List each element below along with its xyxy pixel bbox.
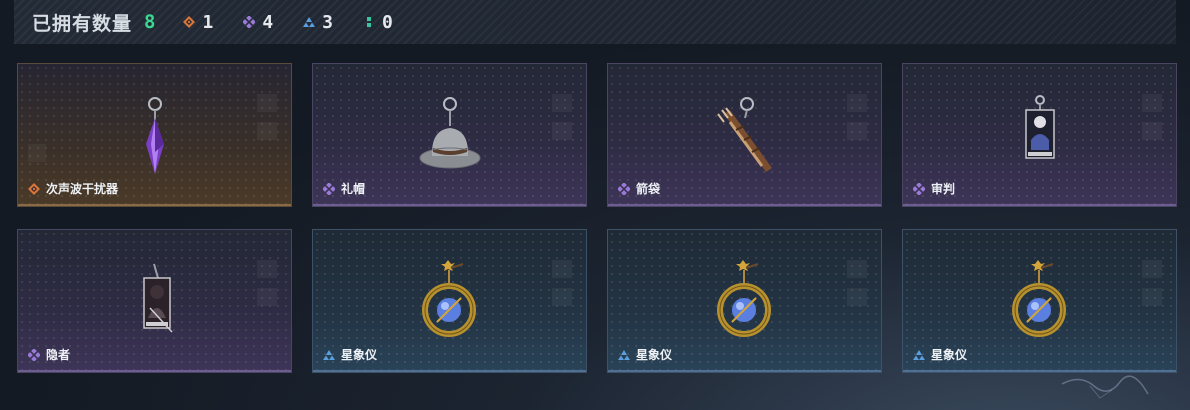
gray-top-hat-icon [419,97,480,169]
green-dots-icon [367,17,371,27]
blue-triangle-icon [323,349,335,360]
tier-line [313,370,586,372]
card-decoration [847,94,867,112]
tier-line [608,370,881,372]
item-card[interactable]: 星象仪 [312,229,587,373]
purple-diamond-icon [618,182,630,195]
tier-count-blue: 3 [303,12,333,33]
tier-line [18,204,291,206]
golden-astrolabe-icon [421,260,476,337]
item-label: 隐者 [28,346,70,363]
orange-diamond-icon [28,182,40,195]
card-decoration [257,260,277,278]
arrow-quiver-icon [716,97,772,172]
item-name: 审判 [931,182,956,196]
item-label: 星象仪 [618,346,672,363]
item-card[interactable]: 礼帽 [312,63,587,207]
card-decoration [552,122,572,140]
item-card[interactable]: 星象仪 [902,229,1177,373]
tier-count-value: 4 [262,11,274,33]
item-name: 箭袋 [636,182,661,196]
tier-line [903,204,1176,206]
card-decoration [847,122,867,140]
item-name: 隐者 [46,348,71,362]
inventory-header: 已拥有数量 8 1 4 3 0 [14,0,1176,44]
tier-line [313,204,586,206]
item-label: 礼帽 [323,180,365,197]
card-decoration [1142,122,1162,140]
item-name: 星象仪 [931,348,968,362]
orange-diamond-icon [183,16,196,28]
item-name: 星象仪 [636,348,673,362]
card-decoration [1142,94,1162,112]
item-card[interactable]: 次声波干扰器 [17,63,292,207]
card-decoration [847,260,867,278]
judgment-tarot-card-icon [1024,95,1055,159]
item-card[interactable]: 隐者 [17,229,292,373]
item-label: 箭袋 [618,180,660,197]
card-decoration [257,94,277,112]
tier-count-value: 0 [382,11,393,33]
card-decoration [257,122,277,140]
blue-triangle-icon [618,349,630,360]
owned-total-count: 8 [144,11,156,33]
tier-counts: 1 4 3 0 [183,12,422,33]
card-decoration [552,94,572,112]
tier-count-green: 0 [363,12,393,33]
item-name: 礼帽 [341,182,366,196]
card-decoration [1142,288,1162,306]
item-grid: 次声波干扰器 礼帽 箭袋 审判 隐者 星象仪 星象仪 星象仪 [17,63,1177,373]
blue-triangle-icon [913,349,925,360]
golden-astrolabe-icon [1011,260,1066,337]
tier-count-orange: 1 [183,12,213,33]
item-card[interactable]: 审判 [902,63,1177,207]
tier-line [18,370,291,372]
item-label: 次声波干扰器 [28,180,118,197]
item-name: 次声波干扰器 [46,182,119,196]
blue-triangle-icon [303,17,316,27]
card-decoration [257,288,277,306]
card-decoration [552,288,572,306]
card-decoration [28,144,46,162]
purple-diamond-icon [28,348,40,361]
card-decoration [1142,260,1162,278]
item-label: 审判 [913,180,955,197]
purple-crystal-pendant-icon [145,97,164,174]
tier-count-value: 1 [202,11,214,33]
purple-diamond-icon [323,182,335,195]
tier-count-purple: 4 [243,12,273,33]
item-label: 星象仪 [913,346,967,363]
hermit-tarot-card-icon [142,263,173,333]
item-name: 星象仪 [341,348,378,362]
golden-astrolabe-icon [716,260,771,337]
lightning-decoration [1061,375,1149,399]
card-decoration [552,260,572,278]
item-card[interactable]: 星象仪 [607,229,882,373]
purple-diamond-icon [913,182,925,195]
item-card[interactable]: 箭袋 [607,63,882,207]
tier-line [608,204,881,206]
item-label: 星象仪 [323,346,377,363]
tier-count-value: 3 [322,11,333,33]
purple-diamond-icon [243,16,256,28]
card-decoration [847,288,867,306]
owned-count-label: 已拥有数量 [32,13,133,35]
